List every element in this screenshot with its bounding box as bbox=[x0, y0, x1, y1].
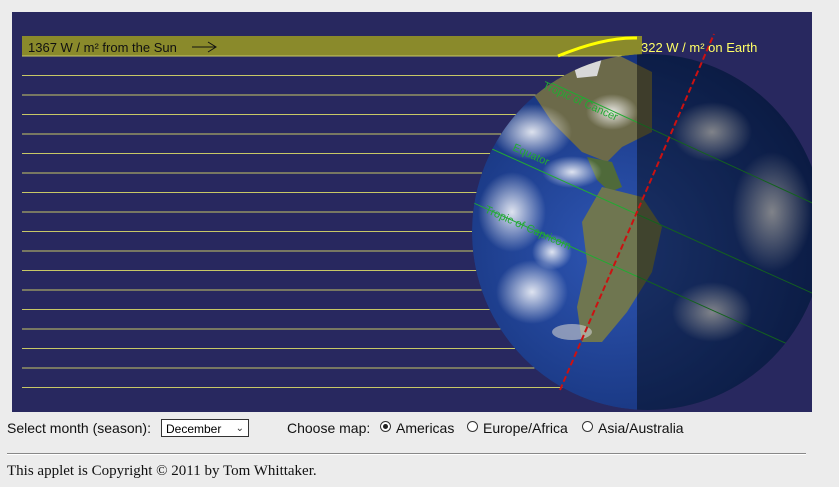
copyright-text: This applet is Copyright © 2011 by Tom W… bbox=[7, 463, 317, 479]
chevron-down-icon: ⌄ bbox=[235, 423, 244, 434]
radio-americas[interactable] bbox=[380, 421, 391, 432]
insolation-applet: Tropic of Cancer Equator Tropic of Capri… bbox=[12, 12, 812, 412]
radio-europe-africa[interactable] bbox=[467, 421, 478, 432]
radio-americas-label[interactable]: Americas bbox=[396, 419, 454, 437]
insolation-diagram: Tropic of Cancer Equator Tropic of Capri… bbox=[22, 33, 812, 410]
month-select-value: December bbox=[166, 422, 222, 436]
night-side-shade bbox=[637, 54, 812, 410]
month-select[interactable]: December ⌄ bbox=[161, 419, 249, 437]
earth-label: 322 W / m² on Earth bbox=[641, 40, 757, 55]
radio-europe-africa-label[interactable]: Europe/Africa bbox=[483, 419, 568, 437]
divider bbox=[7, 453, 806, 455]
map-label: Choose map: bbox=[287, 420, 371, 436]
month-label: Select month (season): bbox=[7, 420, 151, 436]
sun-label: 1367 W / m² from the Sun bbox=[28, 40, 177, 55]
radio-asia-australia-label[interactable]: Asia/Australia bbox=[598, 419, 684, 437]
radio-asia-australia[interactable] bbox=[582, 421, 593, 432]
